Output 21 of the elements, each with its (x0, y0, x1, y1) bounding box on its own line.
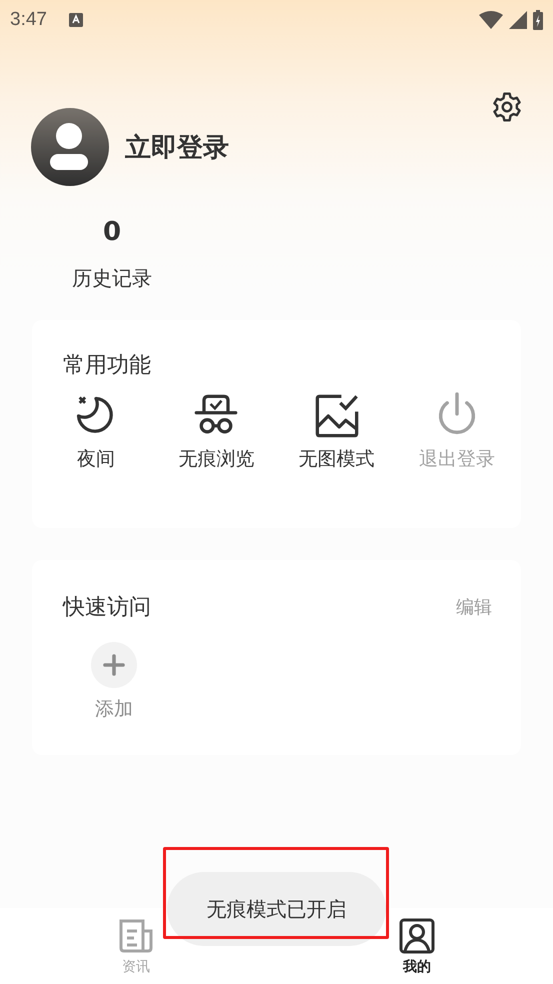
tab[interactable]: 我的 (399, 908, 435, 984)
clock-time: 3:47 (10, 9, 47, 31)
signal-icon (509, 11, 527, 29)
history-count: 0 (102, 217, 122, 247)
add-icon[interactable] (91, 642, 137, 688)
section-title: 常用功能 (62, 352, 152, 380)
toast-message: 无痕模式已开启 (167, 872, 386, 946)
keyboard-icon (68, 13, 83, 27)
function-button[interactable]: 无图模式 (276, 392, 397, 472)
avatar-icon[interactable] (31, 108, 109, 186)
login-link[interactable]: 立即登录 (125, 130, 229, 164)
function-button[interactable]: 无痕浏览 (156, 392, 276, 472)
person-icon (399, 918, 435, 954)
battery-icon (533, 10, 543, 30)
section-title: 快速访问 (63, 594, 151, 622)
image-check-icon (312, 392, 361, 440)
history-label[interactable]: 历史记录 (72, 265, 152, 292)
function-button[interactable]: 夜间 (36, 392, 156, 472)
wifi-icon (479, 11, 503, 29)
settings-icon[interactable] (491, 91, 523, 123)
newspaper-icon (118, 918, 154, 954)
